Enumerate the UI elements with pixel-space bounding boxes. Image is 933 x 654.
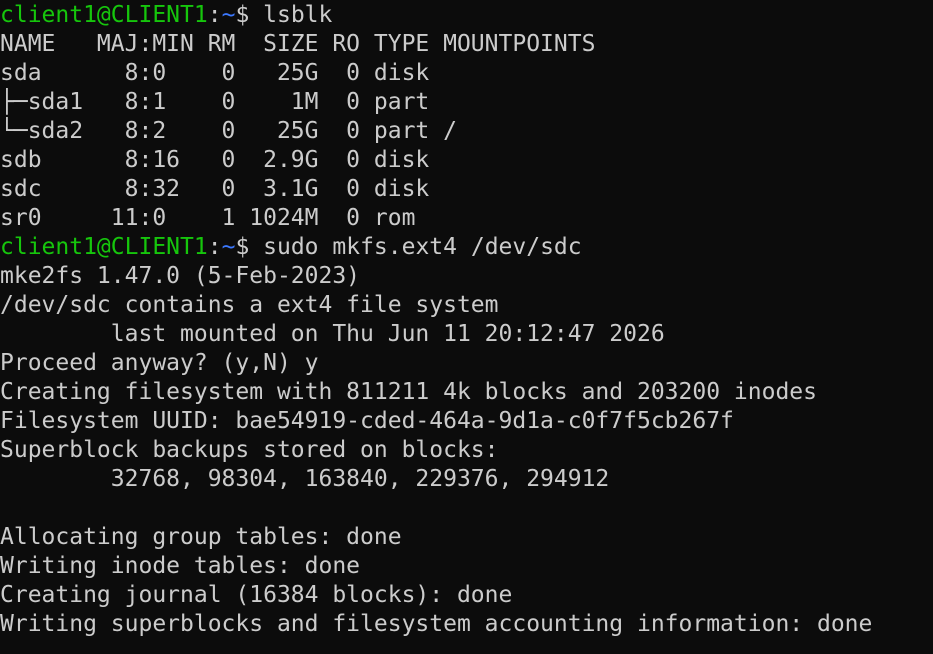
- output-line: sr0 11:0 1 1024M 0 rom: [0, 205, 416, 231]
- prompt-colon: :: [207, 2, 222, 28]
- prompt-user-host: client1@CLIENT1: [0, 234, 208, 260]
- terminal-window[interactable]: client1@CLIENT1:~$ lsblk NAME MAJ:MIN RM…: [0, 0, 933, 654]
- prompt-path: ~: [221, 2, 236, 28]
- prompt-dollar: $: [235, 2, 250, 28]
- prompt-colon: :: [207, 234, 222, 260]
- output-line: last mounted on Thu Jun 11 20:12:47 2026: [0, 321, 665, 347]
- output-line: /dev/sdc contains a ext4 file system: [0, 292, 499, 318]
- output-line: sdc 8:32 0 3.1G 0 disk: [0, 176, 430, 202]
- prompt-line: client1@CLIENT1:~$ sudo mkfs.ext4 /dev/s…: [0, 233, 933, 262]
- output-line: Creating filesystem with 811211 4k block…: [0, 379, 817, 405]
- output-line: ├─sda1 8:1 0 1M 0 part: [0, 89, 430, 115]
- command-text: sudo mkfs.ext4 /dev/sdc: [249, 234, 582, 260]
- output-line: NAME MAJ:MIN RM SIZE RO TYPE MOUNTPOINTS: [0, 31, 596, 57]
- prompt-dollar: $: [235, 234, 250, 260]
- output-line: Writing inode tables: done: [0, 553, 361, 579]
- output-line: Creating journal (16384 blocks): done: [0, 582, 513, 608]
- output-line: sdb 8:16 0 2.9G 0 disk: [0, 147, 430, 173]
- output-line: sda 8:0 0 25G 0 disk: [0, 60, 430, 86]
- output-line: Superblock backups stored on blocks:: [0, 437, 499, 463]
- prompt-path: ~: [221, 234, 236, 260]
- output-line: 32768, 98304, 163840, 229376, 294912: [0, 466, 610, 492]
- output-line: Proceed anyway? (y,N) y: [0, 350, 319, 376]
- prompt-user-host: client1@CLIENT1: [0, 2, 208, 28]
- prompt-line: client1@CLIENT1:~$ lsblk: [0, 1, 933, 30]
- output-line: Writing superblocks and filesystem accou…: [0, 611, 873, 637]
- output-line: Allocating group tables: done: [0, 524, 402, 550]
- output-line: mke2fs 1.47.0 (5-Feb-2023): [0, 263, 361, 289]
- output-line: Filesystem UUID: bae54919-cded-464a-9d1a…: [0, 408, 734, 434]
- command-text: lsblk: [249, 2, 333, 28]
- output-line: └─sda2 8:2 0 25G 0 part /: [0, 118, 457, 144]
